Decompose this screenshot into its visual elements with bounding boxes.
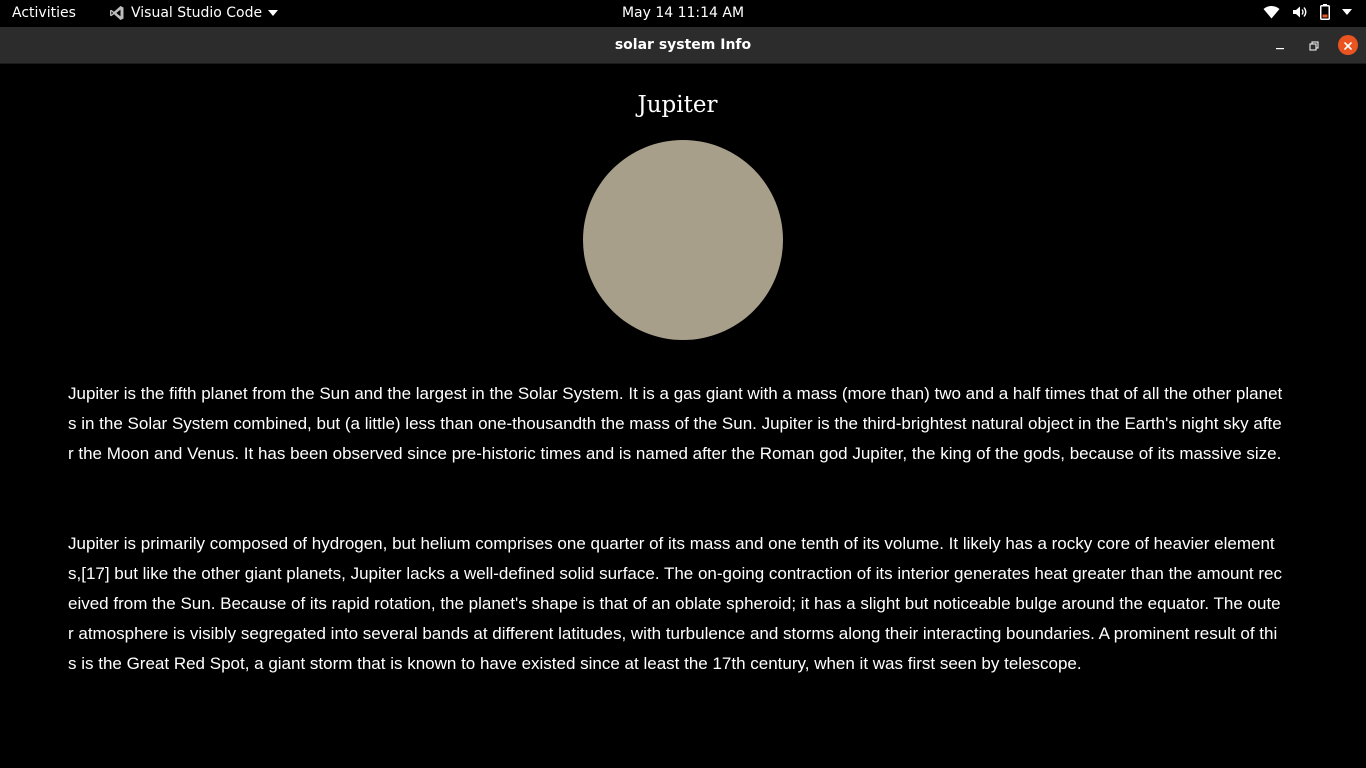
- chevron-down-icon: [268, 10, 279, 16]
- clock[interactable]: May 14 11:14 AM: [622, 5, 744, 21]
- activities-button[interactable]: Activities: [12, 5, 76, 21]
- close-icon: [1343, 36, 1353, 55]
- minimize-button[interactable]: [1270, 35, 1290, 55]
- system-menu-chevron-icon: [1342, 9, 1352, 15]
- window-title-bar[interactable]: solar system Info: [0, 27, 1366, 64]
- page-content: Jupiter Jupiter is the fifth planet from…: [0, 64, 1366, 768]
- app-menu-label: Visual Studio Code: [131, 5, 263, 21]
- minimize-icon: [1275, 36, 1285, 55]
- close-button[interactable]: [1338, 35, 1358, 55]
- restore-icon: [1309, 36, 1319, 55]
- volume-icon: [1292, 5, 1308, 19]
- system-tray[interactable]: [1263, 4, 1352, 20]
- app-menu[interactable]: Visual Studio Code: [109, 5, 279, 21]
- planet-title: Jupiter: [637, 92, 718, 118]
- system-top-bar: Activities Visual Studio Code May 14 11:…: [0, 0, 1366, 27]
- window-title: solar system Info: [614, 37, 752, 53]
- planet-composition-paragraph: Jupiter is primarily composed of hydroge…: [68, 534, 1282, 673]
- battery-icon: [1320, 4, 1330, 20]
- wifi-icon: [1263, 5, 1280, 19]
- planet-description-paragraph: Jupiter is the fifth planet from the Sun…: [68, 384, 1283, 463]
- vscode-icon: [109, 5, 125, 21]
- planet-image: [583, 140, 783, 340]
- maximize-button[interactable]: [1304, 35, 1324, 55]
